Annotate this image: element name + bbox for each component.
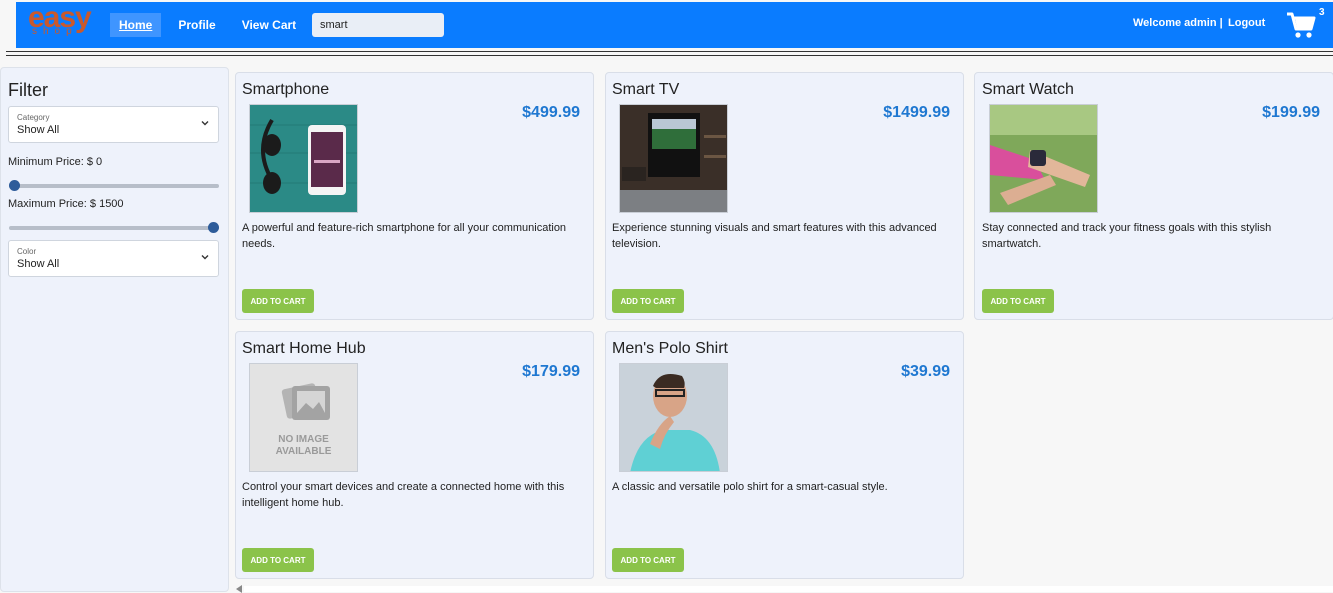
min-price-label: Minimum Price: $ 0 bbox=[8, 156, 103, 168]
add-to-cart-button[interactable]: ADD TO CART bbox=[612, 548, 684, 572]
easyshop-logo[interactable]: easy shop bbox=[28, 1, 100, 40]
max-price-slider[interactable] bbox=[9, 221, 219, 233]
polo-shirt-image bbox=[620, 364, 727, 471]
smart-tv-image bbox=[620, 105, 727, 212]
slider-thumb[interactable] bbox=[208, 222, 219, 233]
product-name: Smart Watch bbox=[982, 81, 1074, 98]
category-select[interactable]: Category Show All bbox=[8, 106, 219, 143]
product-description: Stay connected and track your fitness go… bbox=[982, 222, 1272, 250]
product-card: Men's Polo Shirt $39.99 A classic and ve… bbox=[605, 331, 964, 579]
filter-sidebar: Filter Category Show All Minimum Price: … bbox=[0, 67, 229, 592]
logo-subtext: shop bbox=[32, 26, 78, 37]
shopping-cart-icon[interactable] bbox=[1286, 10, 1316, 40]
add-to-cart-button[interactable]: ADD TO CART bbox=[982, 289, 1054, 313]
category-select-label: Category bbox=[17, 113, 50, 122]
product-name: Men's Polo Shirt bbox=[612, 340, 728, 357]
add-to-cart-button[interactable]: ADD TO CART bbox=[612, 289, 684, 313]
welcome-text: Welcome admin | bbox=[1133, 17, 1223, 29]
logout-link[interactable]: Logout bbox=[1228, 17, 1265, 29]
slider-thumb[interactable] bbox=[9, 180, 20, 191]
color-select-value: Show All bbox=[17, 258, 60, 270]
nav-profile-link[interactable]: Profile bbox=[169, 13, 224, 37]
slider-track bbox=[9, 226, 219, 230]
max-price-label: Maximum Price: $ 1500 bbox=[8, 198, 124, 210]
product-price: $1499.99 bbox=[883, 104, 950, 121]
smartphone-image bbox=[250, 105, 357, 212]
color-select[interactable]: Color Show All bbox=[8, 240, 219, 277]
product-card: Smartphone $499.99 A powerful and featur… bbox=[235, 72, 594, 320]
horizontal-scrollbar[interactable] bbox=[244, 586, 1333, 592]
product-price: $179.99 bbox=[522, 363, 580, 380]
color-select-label: Color bbox=[17, 247, 37, 256]
product-description: A powerful and feature-rich smartphone f… bbox=[242, 222, 567, 250]
product-price: $39.99 bbox=[901, 363, 950, 380]
no-image-line-1: NO IMAGE bbox=[278, 434, 329, 445]
no-image-line-2: AVAILABLE bbox=[275, 446, 332, 457]
filter-title: Filter bbox=[8, 80, 48, 100]
product-image[interactable] bbox=[619, 363, 728, 472]
add-to-cart-button[interactable]: ADD TO CART bbox=[242, 548, 314, 572]
product-price: $199.99 bbox=[1262, 104, 1320, 121]
nav-home-link[interactable]: Home bbox=[110, 13, 162, 37]
product-description: Control your smart devices and create a … bbox=[242, 481, 565, 509]
product-image[interactable] bbox=[989, 104, 1098, 213]
product-image[interactable] bbox=[619, 104, 728, 213]
main-nav: Home Profile View Cart bbox=[110, 13, 313, 37]
product-description: Experience stunning visuals and smart fe… bbox=[612, 222, 937, 250]
min-price-slider[interactable] bbox=[9, 179, 219, 191]
product-image[interactable]: NO IMAGE AVAILABLE bbox=[249, 363, 358, 472]
smart-watch-image bbox=[990, 105, 1097, 212]
chevron-down-icon bbox=[201, 121, 209, 126]
top-navbar: easy shop Home Profile View Cart Welcome… bbox=[16, 1, 1333, 48]
product-name: Smart TV bbox=[612, 81, 680, 98]
add-to-cart-button[interactable]: ADD TO CART bbox=[242, 289, 314, 313]
product-image[interactable] bbox=[249, 104, 358, 213]
nav-view-cart-link[interactable]: View Cart bbox=[233, 13, 305, 37]
product-card: Smart Home Hub NO IMAGE AVAILABLE $179.9… bbox=[235, 331, 594, 579]
product-price: $499.99 bbox=[522, 104, 580, 121]
no-image-text: NO IMAGE AVAILABLE bbox=[250, 434, 357, 458]
product-card: Smart Watch $199.99 Stay connected and t… bbox=[974, 72, 1333, 320]
product-name: Smartphone bbox=[242, 81, 330, 98]
header-divider bbox=[6, 51, 1333, 52]
cart-count-badge: 3 bbox=[1319, 7, 1325, 18]
chevron-down-icon bbox=[201, 255, 209, 260]
slider-track bbox=[9, 184, 219, 188]
product-description: A classic and versatile polo shirt for a… bbox=[612, 481, 888, 493]
search-input[interactable] bbox=[312, 13, 444, 37]
category-select-value: Show All bbox=[17, 124, 60, 136]
product-card: Smart TV $1499.99 Experience stunning vi… bbox=[605, 72, 964, 320]
header-divider-2 bbox=[6, 55, 1333, 56]
product-name: Smart Home Hub bbox=[242, 340, 366, 357]
